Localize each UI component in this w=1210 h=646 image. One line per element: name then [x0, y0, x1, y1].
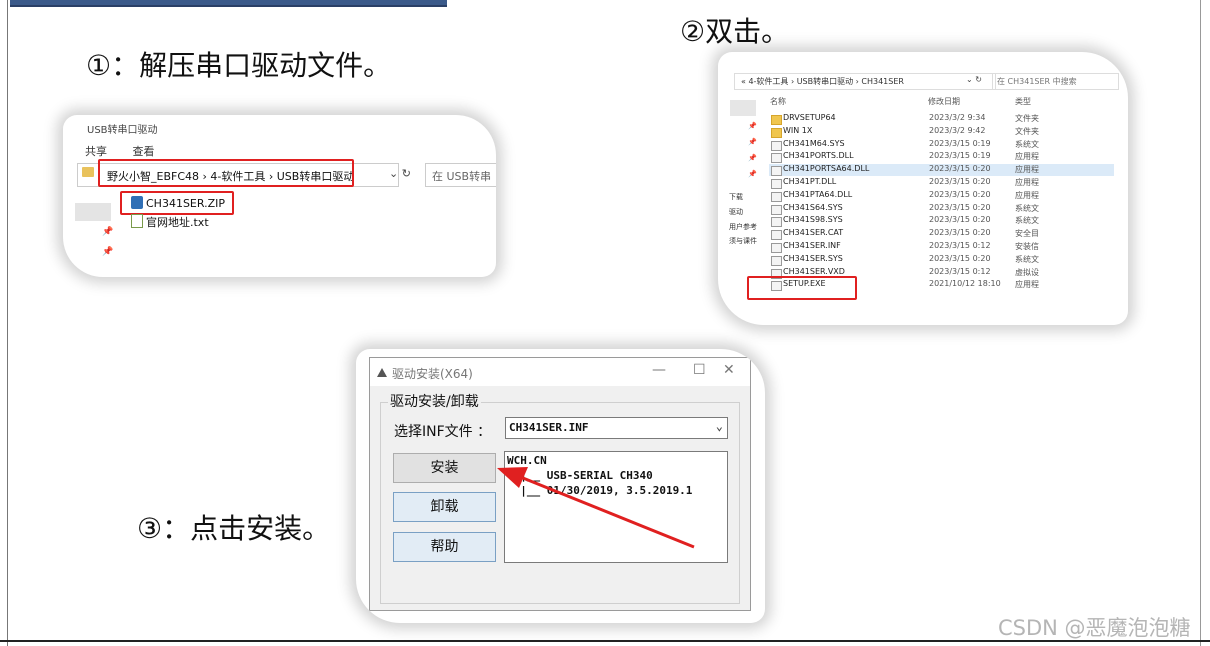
bottom-frame-edge	[0, 640, 1210, 642]
watermark: CSDN @恶魔泡泡糖	[998, 616, 1191, 640]
red-arrow-icon	[497, 467, 695, 549]
